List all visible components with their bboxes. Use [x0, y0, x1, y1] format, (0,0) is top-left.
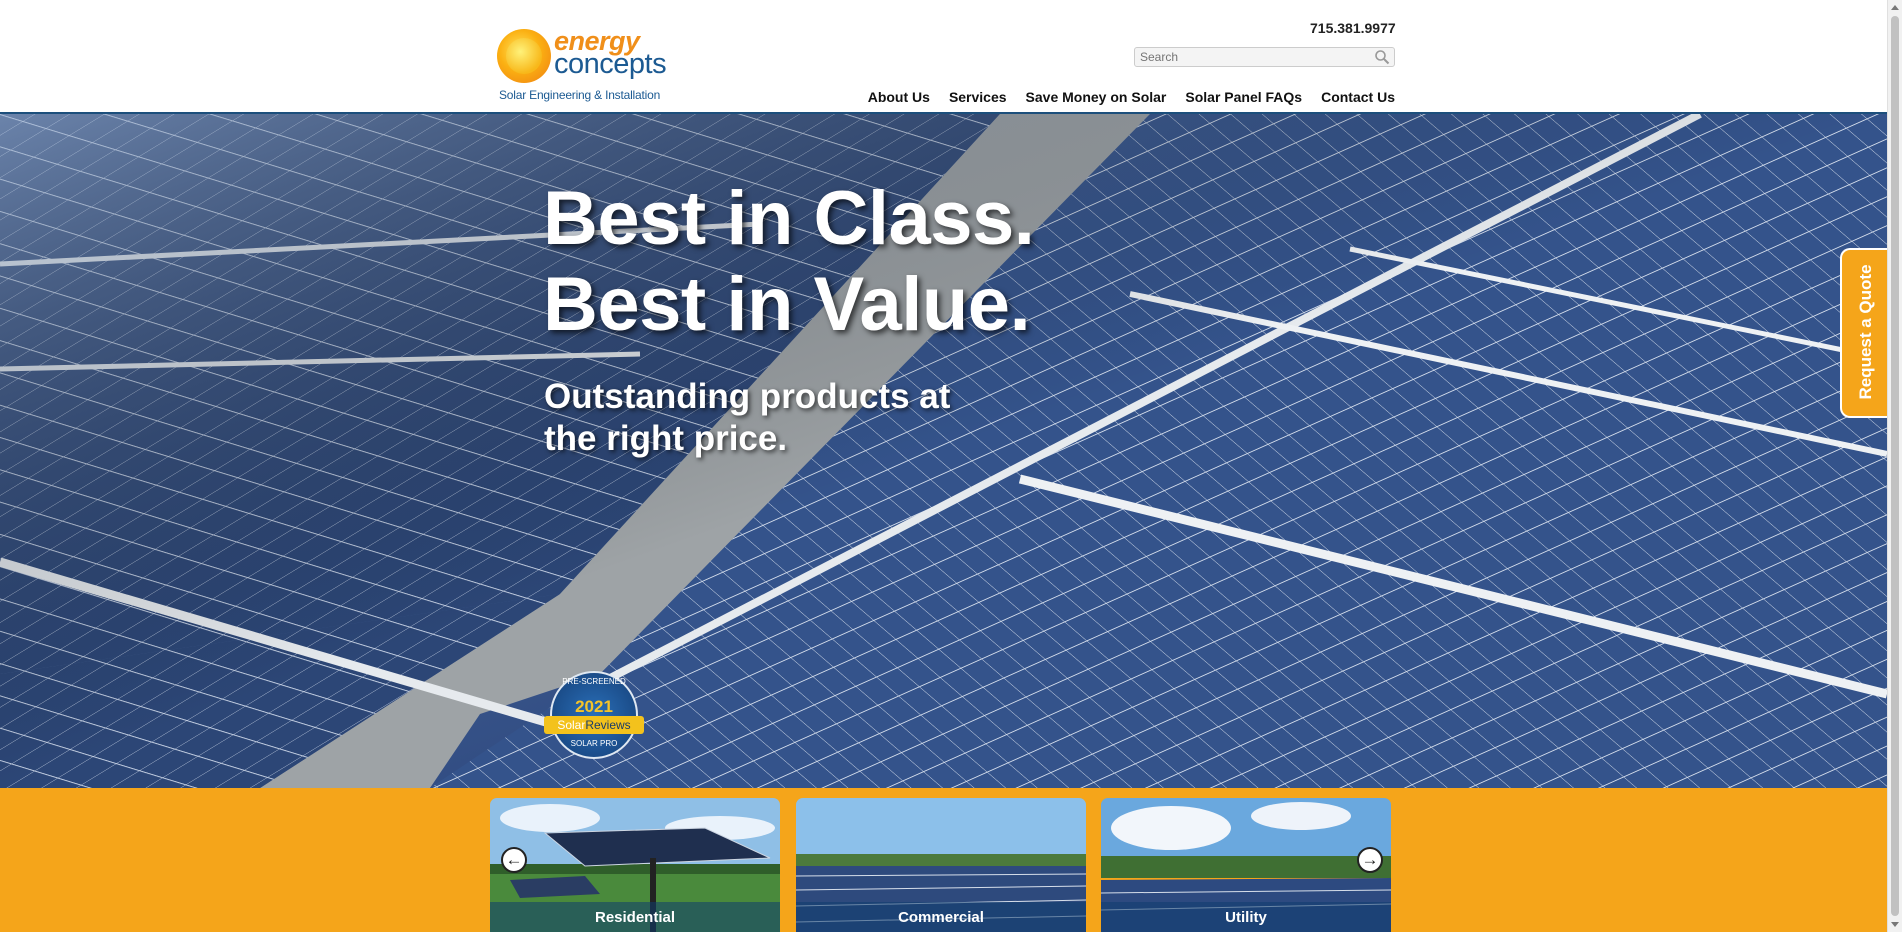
nav-about-us[interactable]: About Us: [868, 89, 930, 109]
logo[interactable]: energy concepts Solar Engineering & Inst…: [497, 26, 677, 106]
request-quote-label: Request a Quote: [1856, 264, 1875, 400]
scroll-down-icon[interactable]: [1891, 922, 1899, 927]
phone-number[interactable]: 715.381.9977: [1310, 20, 1396, 36]
search-input[interactable]: [1138, 49, 1372, 65]
badge-brand-part2: Reviews: [585, 718, 631, 732]
main-nav: About Us Services Save Money on Solar So…: [868, 89, 1395, 109]
badge-top-text: PRE-SCREENED: [562, 677, 626, 686]
request-quote-tab[interactable]: Request a Quote: [1840, 248, 1887, 418]
card-commercial[interactable]: Commercial: [796, 798, 1086, 932]
headline-line-1: Best in Class.: [543, 176, 1035, 261]
headline-line-2: Best in Value.: [543, 262, 1031, 347]
carousel-prev-button[interactable]: ←: [501, 847, 527, 873]
arrow-left-icon: ←: [505, 850, 523, 869]
vertical-scrollbar[interactable]: [1887, 0, 1902, 932]
subline-line-1: Outstanding products at: [544, 377, 951, 416]
hero-banner: Best in Class. Best in Value. Outstandin…: [0, 114, 1887, 788]
solarreviews-badge[interactable]: PRE-SCREENED 2021 SolarReviews SOLAR PRO: [544, 671, 644, 771]
badge-bottom-text: SOLAR PRO: [570, 739, 618, 748]
nav-save-money-on-solar[interactable]: Save Money on Solar: [1026, 89, 1167, 109]
badge-brand-part1: Solar: [557, 718, 586, 732]
nav-solar-panel-faqs[interactable]: Solar Panel FAQs: [1185, 89, 1302, 109]
nav-contact-us[interactable]: Contact Us: [1321, 89, 1395, 109]
scroll-up-icon[interactable]: [1891, 5, 1899, 10]
badge-year: 2021: [575, 697, 613, 716]
card-residential[interactable]: Residential: [490, 798, 780, 932]
subline-line-2: the right price.: [544, 419, 788, 458]
card-label-residential: Residential: [490, 902, 780, 932]
logo-word-concepts: concepts: [554, 48, 667, 80]
card-label-utility: Utility: [1101, 902, 1391, 932]
carousel-next-button[interactable]: →: [1357, 847, 1383, 873]
site-header: energy concepts Solar Engineering & Inst…: [0, 0, 1887, 114]
sun-logo-icon: [497, 29, 551, 83]
hero-subheadline: Outstanding products at the right price.: [544, 376, 950, 460]
search-box: [1134, 47, 1395, 67]
card-utility[interactable]: Utility: [1101, 798, 1391, 932]
logo-tagline: Solar Engineering & Installation: [499, 88, 661, 102]
badge-brand: SolarReviews: [544, 716, 644, 734]
scrollbar-thumb[interactable]: [1891, 16, 1899, 916]
search-icon[interactable]: [1374, 49, 1390, 65]
card-label-commercial: Commercial: [796, 902, 1086, 932]
hero-headline: Best in Class. Best in Value.: [543, 176, 1035, 348]
arrow-right-icon: →: [1361, 850, 1379, 869]
nav-services[interactable]: Services: [949, 89, 1007, 109]
page: energy concepts Solar Engineering & Inst…: [0, 0, 1887, 932]
